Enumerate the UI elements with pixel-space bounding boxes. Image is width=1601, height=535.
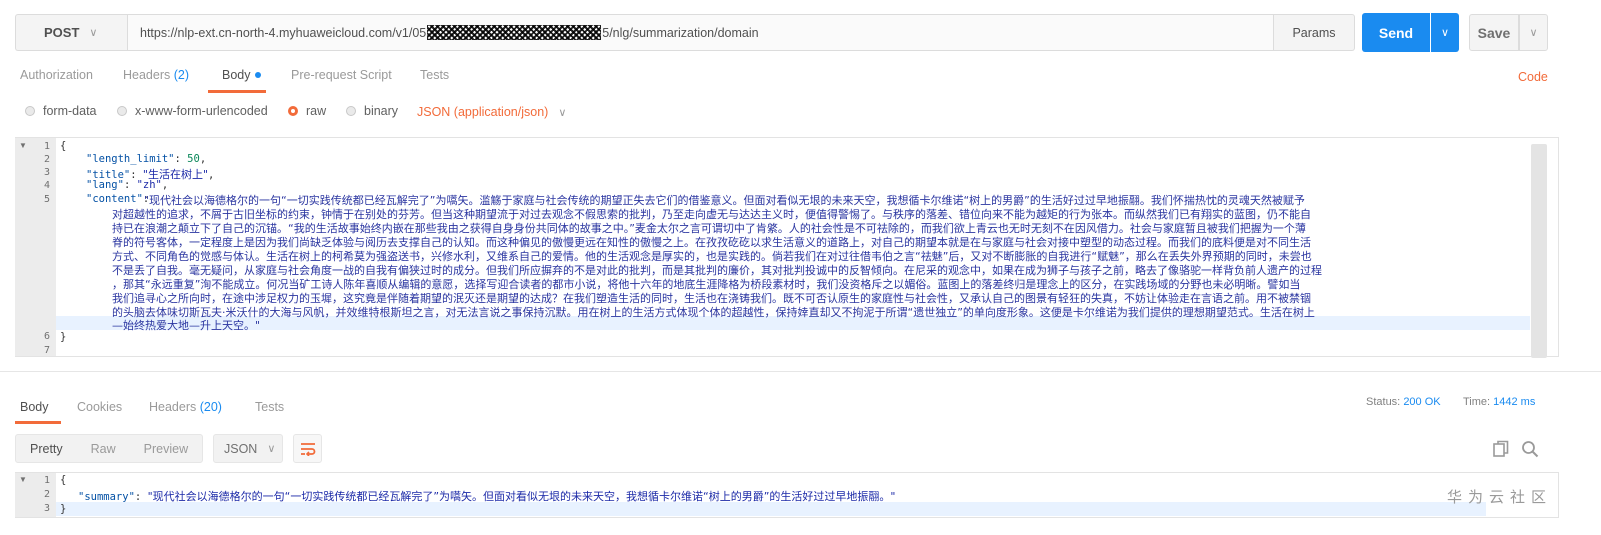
tab-tests[interactable]: Tests [420,68,449,82]
view-mode-switch: Pretty Raw Preview [15,434,204,463]
tab-authorization[interactable]: Authorization [20,68,93,82]
active-tab-indicator [208,90,266,93]
response-tab-body[interactable]: Body [20,400,49,414]
radio-raw[interactable]: raw [288,104,326,118]
response-headers-count: (20) [199,400,222,414]
radio-selected-icon [288,106,298,116]
code-link[interactable]: Code [1518,70,1548,84]
response-line-gutter: ▼ 1 2 3 [15,473,56,517]
url-suffix: 5/nlg/summarization/domain [602,25,759,40]
radio-form-data[interactable]: form-data [25,104,97,118]
code-line-content-key: "content": [86,193,150,205]
save-button[interactable]: Save [1469,14,1519,51]
fold-toggle-icon[interactable]: ▼ [19,141,27,150]
radio-icon [25,106,35,116]
chevron-down-icon: ∨ [1529,27,1538,39]
time-value: 1442 ms [1493,396,1536,408]
response-tab-headers[interactable]: Headers (20) [149,400,222,414]
copy-icon[interactable] [1492,440,1510,461]
chevron-down-icon: ∨ [267,443,276,455]
radio-icon [117,106,127,116]
wrap-lines-icon [300,442,315,456]
code-brace-open: { [60,140,67,152]
view-mode-pretty[interactable]: Pretty [16,442,77,456]
wrap-lines-button[interactable] [293,434,322,463]
chevron-down-icon: ∨ [558,107,567,119]
format-dropdown[interactable]: JSON ∨ [213,434,283,463]
section-divider [0,371,1601,372]
chevron-down-icon: ∨ [1440,27,1450,39]
tab-pre-request-script[interactable]: Pre-request Script [291,68,392,82]
radio-x-www-form-urlencoded[interactable]: x-www-form-urlencoded [117,104,268,118]
view-mode-raw[interactable]: Raw [77,442,130,456]
status-value: 200 OK [1403,396,1441,408]
response-line-summary: "summary": "现代社会以海德格尔的一句“一切实践传统都已经瓦解完了”为… [78,490,896,503]
send-button[interactable]: Send [1362,13,1430,52]
response-brace-close: } [60,503,67,515]
headers-count: (2) [173,68,190,82]
radio-icon [346,106,356,116]
chevron-down-icon: ∨ [89,27,98,39]
time-readout: Time: 1442 ms [1463,396,1536,408]
line-gutter: ▼ 1 2 3 4 5 6 7 [15,138,56,356]
radio-binary[interactable]: binary [346,104,398,118]
params-button[interactable]: Params [1274,14,1355,51]
view-mode-preview[interactable]: Preview [130,442,202,456]
modified-dot-icon [254,71,261,78]
tab-headers[interactable]: Headers (2) [123,68,189,82]
code-line-lang: "lang": "zh", [86,179,169,191]
content-type-dropdown[interactable]: JSON (application/json) ∨ [417,105,566,119]
code-brace-close: } [60,331,67,343]
content-line: —始终热爱大地—升上天空。" [112,319,261,332]
save-dropdown-button[interactable]: ∨ [1519,14,1548,51]
tab-body[interactable]: Body [222,68,261,82]
status-readout: Status: 200 OK [1366,396,1441,408]
send-dropdown-button[interactable]: ∨ [1431,13,1459,52]
code-line-length-limit: "length_limit": 50, [86,153,207,165]
fold-toggle-icon[interactable]: ▼ [19,475,27,484]
response-tab-tests[interactable]: Tests [255,400,284,414]
redacted-mask [427,25,602,40]
watermark: 华为云社区 [1447,488,1553,506]
response-active-line [56,502,1486,516]
editor-scrollbar[interactable] [1531,144,1547,358]
method-label: POST [44,25,80,40]
active-response-tab-indicator [15,421,61,424]
url-prefix: https://nlp-ext.cn-north-4.myhuaweicloud… [140,25,427,40]
url-input[interactable]: https://nlp-ext.cn-north-4.myhuaweicloud… [127,14,1274,51]
method-dropdown[interactable]: POST ∨ [15,14,127,51]
response-brace-open: { [60,474,67,486]
response-tab-cookies[interactable]: Cookies [77,400,122,414]
search-icon[interactable] [1521,440,1539,461]
